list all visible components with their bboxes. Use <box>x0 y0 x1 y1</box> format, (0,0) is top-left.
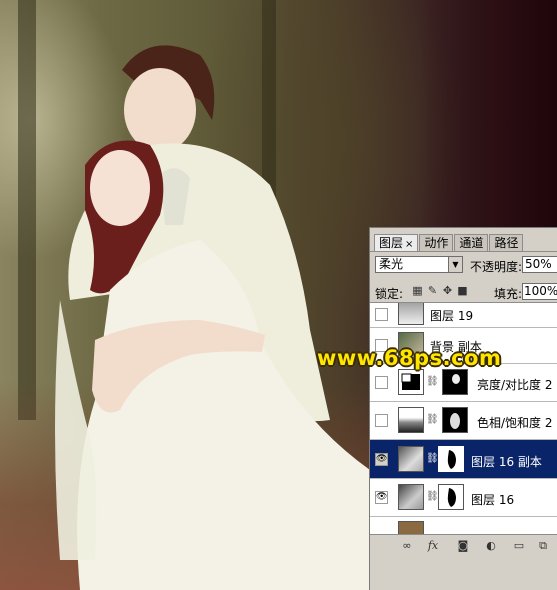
layer-name: 图层 19 <box>430 309 474 323</box>
layer-row-partial[interactable] <box>370 517 557 534</box>
tab-label: 通道 <box>459 236 484 250</box>
layer-mask-thumbnail <box>438 446 464 472</box>
layers-bottom-bar: ∞ fx ◙ ◐ ▭ ⧉ <box>370 534 557 557</box>
opacity-value: 50% <box>525 257 552 271</box>
tab-paths[interactable]: 路径 <box>489 234 524 251</box>
fill-label: 填充: <box>494 287 523 301</box>
link-icon[interactable]: ∞ <box>400 539 414 552</box>
layers-panel: 图层 × 动作 通道 路径 柔光 ▼ 不透明度: 50% 锁定: ▦ ✎ ✥ ■ … <box>369 227 557 590</box>
visibility-toggle[interactable] <box>375 308 388 321</box>
link-icon[interactable]: ⛓ <box>426 414 439 425</box>
layer-row-layer-16-copy[interactable]: 👁 ⛓ 图层 16 副本 <box>370 440 557 479</box>
visibility-toggle[interactable] <box>375 376 388 389</box>
layer-name: 图层 16 副本 <box>471 455 542 469</box>
layer-name: 图层 16 <box>471 493 515 507</box>
layer-mask-thumbnail <box>438 484 464 510</box>
chevron-down-icon[interactable]: ▼ <box>448 257 462 272</box>
layer-thumbnail <box>398 484 424 510</box>
close-icon[interactable]: × <box>405 239 413 250</box>
visibility-toggle[interactable] <box>375 414 388 427</box>
layer-row-layer-19[interactable]: 图层 19 <box>370 303 557 328</box>
fill-field[interactable]: 100% <box>522 283 557 300</box>
opacity-field[interactable]: 50% <box>522 256 557 273</box>
layer-row-layer-16[interactable]: 👁 ⛓ 图层 16 <box>370 479 557 517</box>
layer-mask-thumbnail <box>442 407 468 433</box>
new-group-icon[interactable]: ▭ <box>512 539 526 552</box>
layer-mask-thumbnail <box>442 369 468 395</box>
layer-thumbnail <box>398 521 424 534</box>
fx-icon[interactable]: fx <box>426 539 440 552</box>
layer-name: 亮度/对比度 2 <box>477 378 553 392</box>
blend-mode-value: 柔光 <box>379 257 404 271</box>
link-icon[interactable]: ⛓ <box>426 376 439 387</box>
tab-layers[interactable]: 图层 × <box>374 234 419 252</box>
lock-position-icon[interactable]: ✥ <box>442 285 453 296</box>
tab-divider <box>370 251 557 252</box>
adjustment-icon[interactable]: ◐ <box>484 539 498 552</box>
layer-thumbnail <box>398 446 424 472</box>
link-icon[interactable]: ⛓ <box>426 453 439 464</box>
blend-mode-select[interactable]: 柔光 ▼ <box>375 256 463 273</box>
eye-icon[interactable]: 👁 <box>375 453 388 466</box>
fill-value: 100% <box>524 284 557 298</box>
tab-label: 路径 <box>494 236 519 250</box>
link-icon[interactable]: ⛓ <box>426 491 439 502</box>
eye-icon[interactable]: 👁 <box>375 491 388 504</box>
lock-pixels-icon[interactable]: ✎ <box>427 285 438 296</box>
layer-name: 色相/饱和度 2 <box>477 416 553 430</box>
layer-thumbnail <box>398 303 424 325</box>
new-layer-icon[interactable]: ⧉ <box>536 539 550 552</box>
tab-label: 图层 <box>379 236 404 250</box>
lock-label: 锁定: <box>375 287 404 301</box>
add-mask-icon[interactable]: ◙ <box>456 539 470 552</box>
tab-label: 动作 <box>424 236 449 250</box>
layer-row-hue-saturation-2[interactable]: ⛓ 色相/饱和度 2 <box>370 402 557 440</box>
opacity-label: 不透明度: <box>470 260 523 274</box>
hue-saturation-icon <box>398 407 424 433</box>
tab-actions[interactable]: 动作 <box>419 234 454 251</box>
brightness-contrast-icon <box>398 369 424 395</box>
tab-channels[interactable]: 通道 <box>454 234 489 251</box>
layers-list: 图层 19 背景 副本 ⛓ 亮度/对比度 2 ⛓ 色相/饱和度 2 👁 ⛓ 图层… <box>370 302 557 534</box>
lock-transparency-icon[interactable]: ▦ <box>412 285 423 296</box>
lock-all-icon[interactable]: ■ <box>457 285 468 296</box>
panel-tabs: 图层 × 动作 通道 路径 <box>374 234 524 252</box>
watermark: www.68ps.com <box>317 346 502 370</box>
